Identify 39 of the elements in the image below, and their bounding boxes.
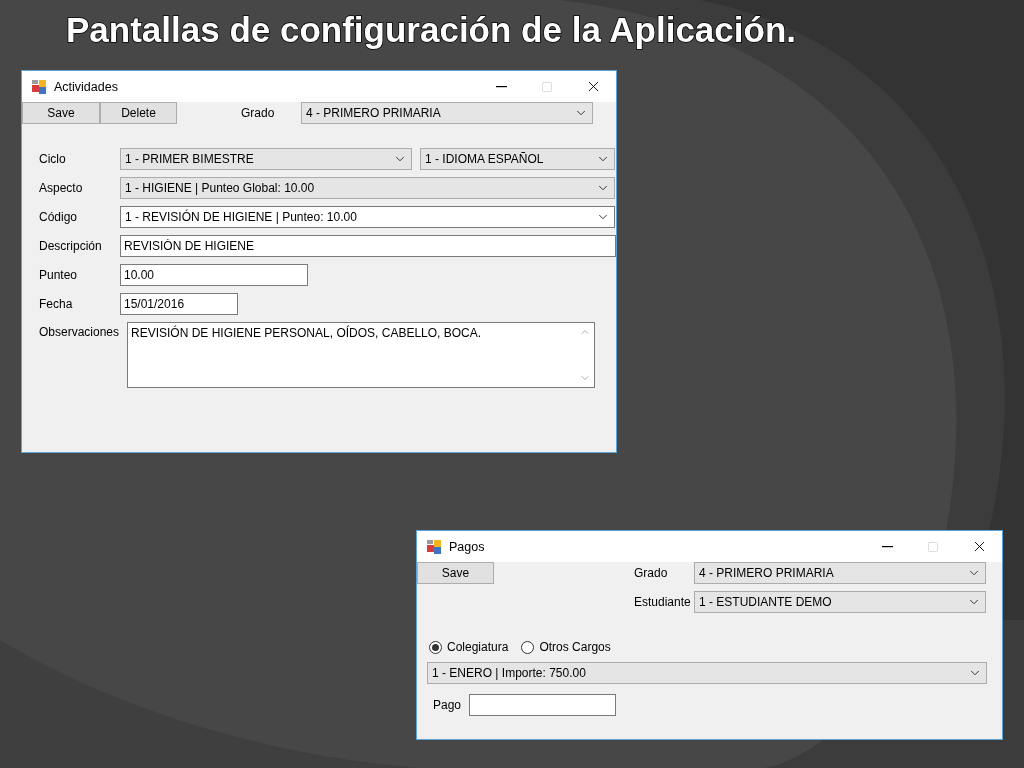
field-label: Pago: [433, 698, 459, 712]
field-label: Código: [39, 210, 79, 224]
window-title: Actividades: [54, 79, 119, 94]
field-label: Ciclo: [39, 152, 67, 166]
radio-option[interactable]: Colegiatura: [429, 640, 509, 654]
app-icon: [31, 78, 47, 95]
toolbar-button[interactable]: Save: [22, 102, 100, 124]
text-field[interactable]: 10.00: [120, 264, 308, 286]
radio-option[interactable]: Otros Cargos: [521, 640, 611, 654]
save-button[interactable]: Save: [417, 562, 494, 584]
dropdown[interactable]: 1 - REVISIÓN DE HIGIENE | Punteo: 10.00: [120, 206, 615, 228]
dropdown[interactable]: 4 - PRIMERO PRIMARIA: [694, 562, 986, 584]
minimize-icon: [881, 545, 893, 548]
field-label: Observaciones: [39, 325, 119, 339]
toolbar-button[interactable]: Delete: [100, 102, 177, 124]
field-label: Descripción: [39, 239, 103, 253]
dropdown[interactable]: 1 - PRIMER BIMESTRE: [120, 148, 412, 170]
field-label: Estudiante: [634, 595, 692, 609]
field-label: Aspecto: [39, 181, 84, 195]
maximize-icon: [927, 540, 939, 553]
dropdown[interactable]: 1 - ESTUDIANTE DEMO: [694, 591, 986, 613]
text-area[interactable]: REVISIÓN DE HIGIENE PERSONAL, OÍDOS, CABELLO, BOCA.: [127, 322, 595, 388]
window-title: Pagos: [449, 539, 486, 554]
dropdown[interactable]: 1 - IDIOMA ESPAÑOL: [420, 148, 615, 170]
field-label: Fecha: [39, 297, 74, 311]
dropdown[interactable]: 1 - HIGIENE | Punteo Global: 10.00: [120, 177, 615, 199]
text-field[interactable]: 15/01/2016: [120, 293, 238, 315]
dropdown[interactable]: 4 - PRIMERO PRIMARIA: [301, 102, 593, 124]
slide-title: Pantallas de configuración de la Aplicación.: [66, 9, 796, 51]
field-label: Punteo: [39, 268, 79, 282]
field-label: Grado: [634, 566, 669, 580]
maximize-icon: [541, 80, 553, 93]
dropdown[interactable]: 1 - ENERO | Importe: 750.00: [427, 662, 987, 684]
text-field[interactable]: [469, 694, 616, 716]
text-area-value: REVISIÓN DE HIGIENE PERSONAL, OÍDOS, CABELLO, BOCA.: [131, 326, 483, 342]
app-icon: [426, 538, 442, 555]
field-label: Grado: [241, 106, 276, 120]
text-field[interactable]: REVISIÓN DE HIGIENE: [120, 235, 616, 257]
minimize-icon: [495, 85, 507, 88]
